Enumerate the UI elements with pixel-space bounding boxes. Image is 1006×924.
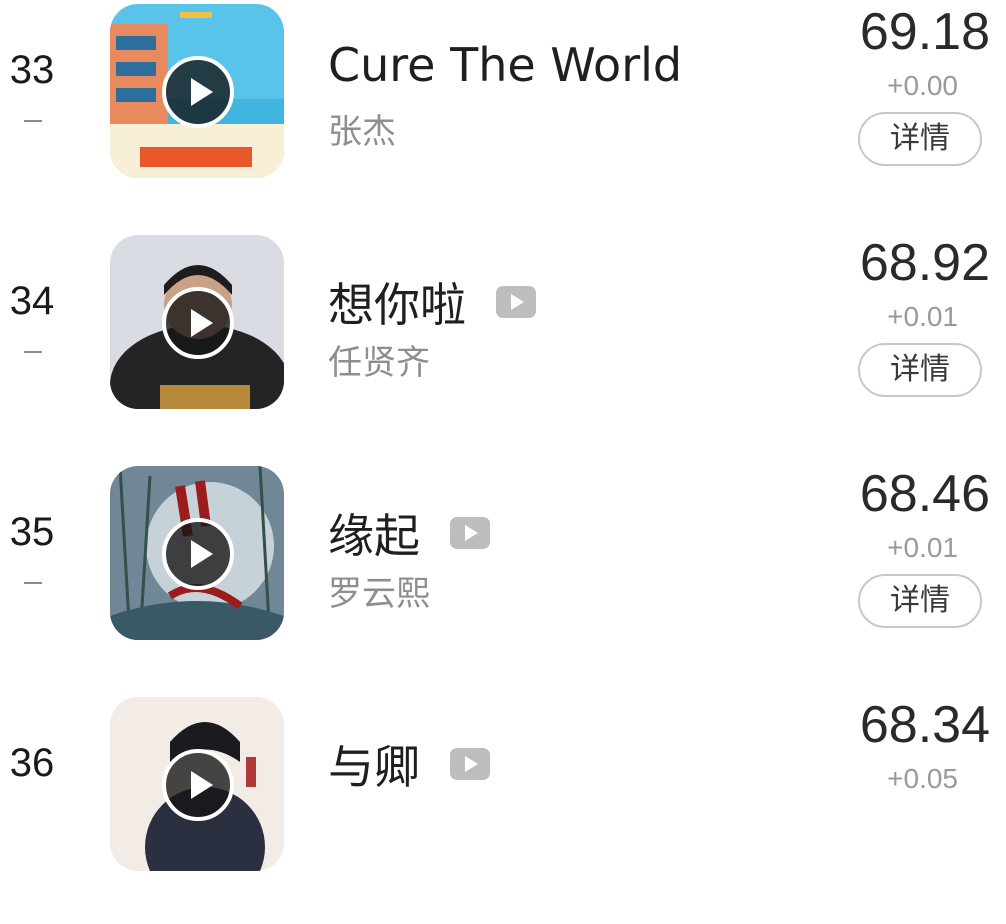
score-value: 68.92 xyxy=(859,234,990,292)
song-title[interactable]: 缘起 xyxy=(328,500,420,566)
song-title[interactable]: Cure The World xyxy=(328,38,682,92)
album-cover[interactable] xyxy=(110,697,284,871)
song-title-wrap: 想你啦 xyxy=(328,269,536,335)
rank-number: 36 xyxy=(9,741,55,785)
play-button[interactable] xyxy=(162,287,234,359)
album-cover[interactable] xyxy=(110,466,284,640)
rank-number: 35 xyxy=(9,510,55,554)
album-cover[interactable] xyxy=(110,4,284,178)
chart-row[interactable]: 36 与卿 68.34 +0.05 xyxy=(0,693,1006,924)
score-delta: +0.05 xyxy=(887,763,958,794)
song-title-wrap: 与卿 xyxy=(328,731,490,797)
score-delta: +0.01 xyxy=(887,301,958,332)
play-button[interactable] xyxy=(162,749,234,821)
chart-row[interactable]: 34 想你啦 任贤齐 68.92 +0.01 详情 xyxy=(0,231,1006,462)
rank-number: 33 xyxy=(9,48,55,92)
artist-name[interactable]: 罗云熙 xyxy=(328,566,430,615)
score-value: 68.34 xyxy=(859,696,990,754)
detail-button[interactable]: 详情 xyxy=(858,343,982,397)
mv-icon[interactable] xyxy=(496,286,536,318)
album-cover[interactable] xyxy=(110,235,284,409)
artist-name[interactable]: 任贤齐 xyxy=(328,335,430,384)
trend-flat-icon xyxy=(24,120,42,122)
trend-flat-icon xyxy=(24,582,42,584)
score-delta: +0.00 xyxy=(887,70,958,101)
score-value: 68.46 xyxy=(859,465,990,523)
mv-icon[interactable] xyxy=(450,748,490,780)
detail-button[interactable]: 详情 xyxy=(858,112,982,166)
rank-number: 34 xyxy=(9,279,55,323)
score-delta: +0.01 xyxy=(887,532,958,563)
song-title-wrap: Cure The World xyxy=(328,38,682,92)
detail-button[interactable]: 详情 xyxy=(858,574,982,628)
chart-row[interactable]: 33 Cure The World 张杰 69.18 +0.00 详情 xyxy=(0,0,1006,231)
trend-flat-icon xyxy=(24,351,42,353)
mv-icon[interactable] xyxy=(450,517,490,549)
song-title[interactable]: 想你啦 xyxy=(328,269,466,335)
score-value: 69.18 xyxy=(859,3,990,61)
artist-name[interactable]: 张杰 xyxy=(328,104,396,153)
play-button[interactable] xyxy=(162,518,234,590)
chart-row[interactable]: 35 缘起 罗云熙 68.46 +0.01 详情 xyxy=(0,462,1006,693)
play-button[interactable] xyxy=(162,56,234,128)
song-title[interactable]: 与卿 xyxy=(328,731,420,797)
song-title-wrap: 缘起 xyxy=(328,500,490,566)
